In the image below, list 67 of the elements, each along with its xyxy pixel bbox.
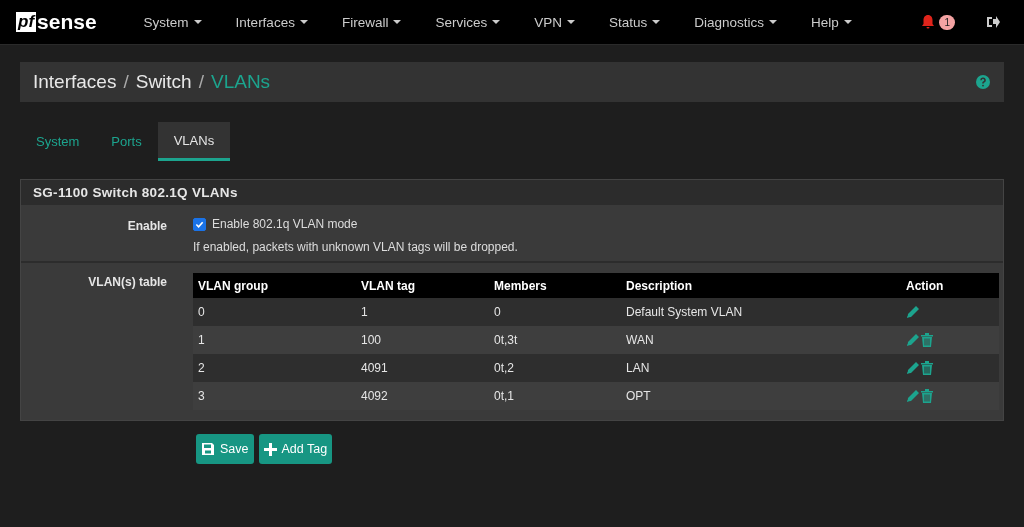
breadcrumb-item[interactable]: Switch [135, 71, 192, 93]
column-header: Description [621, 273, 901, 298]
tab[interactable]: Ports [95, 122, 158, 161]
table-cell: 0t,1 [489, 382, 621, 410]
table-cell: 0t,2 [489, 354, 621, 382]
table-cell: Default System VLAN [621, 298, 901, 326]
trash-icon[interactable] [921, 361, 933, 375]
caret-icon [299, 20, 308, 24]
table-cell: 1 [193, 326, 356, 354]
nav-menu[interactable]: Help [794, 14, 869, 30]
table-cell: LAN [621, 354, 901, 382]
tab[interactable]: VLANs [157, 122, 231, 161]
column-header: VLAN group [193, 273, 356, 298]
table-cell: 4092 [356, 382, 489, 410]
notification-badge: 1 [939, 14, 955, 30]
edit-icon[interactable] [906, 333, 920, 347]
nav-menu[interactable]: VPN [517, 14, 592, 30]
table-cell: 0 [489, 298, 621, 326]
table-cell: 4091 [356, 354, 489, 382]
caret-icon [843, 20, 852, 24]
help-text: If enabled, packets with unknown VLAN tags will be dropped. [193, 240, 519, 254]
help-icon[interactable] [976, 75, 990, 89]
bell-icon[interactable] [920, 14, 937, 30]
breadcrumb-separator: / [123, 71, 129, 93]
table-cell: OPT [621, 382, 901, 410]
table-cell: 0 [193, 298, 356, 326]
panel-title: SG-1100 Switch 802.1Q VLANs [21, 180, 1003, 205]
pfsense-logo[interactable]: pfsense [16, 10, 97, 34]
field-label: Enable [126, 218, 168, 235]
caret-icon [193, 20, 202, 24]
caret-icon [769, 20, 777, 24]
nav-menu[interactable]: Interfaces [218, 14, 325, 30]
caret-icon [393, 20, 402, 24]
breadcrumb-separator: / [198, 71, 204, 93]
save-button[interactable]: Save [196, 434, 254, 464]
table-cell: 100 [356, 326, 489, 354]
add-button[interactable]: Add Tag [258, 434, 333, 464]
trash-icon[interactable] [921, 389, 933, 403]
field-label: VLAN(s) table [87, 274, 168, 291]
column-header: Action [901, 273, 999, 298]
table-cell: WAN [621, 326, 901, 354]
nav-menu[interactable]: System [126, 14, 219, 30]
nav-menu[interactable]: Firewall [324, 14, 419, 30]
edit-icon[interactable] [906, 389, 920, 403]
table-cell: 0t,3t [489, 326, 621, 354]
checkbox-label: Enable 802.1q VLAN mode [212, 217, 358, 231]
caret-icon [492, 20, 501, 24]
breadcrumb-item: VLANs [210, 71, 271, 93]
nav-menu[interactable]: Services [418, 14, 518, 30]
checkbox[interactable] [193, 217, 206, 231]
edit-icon[interactable] [906, 361, 920, 375]
tab[interactable]: System [20, 122, 96, 161]
table-cell: 1 [356, 298, 489, 326]
logout-icon[interactable] [986, 15, 1000, 29]
plus-icon [263, 442, 277, 456]
table-cell: 3 [193, 382, 356, 410]
table-cell: 2 [193, 354, 356, 382]
nav-menu[interactable]: Diagnostics [677, 14, 794, 30]
column-header: VLAN tag [356, 273, 489, 298]
edit-icon[interactable] [906, 305, 920, 319]
floppy-icon [201, 442, 215, 456]
caret-icon [652, 20, 661, 24]
column-header: Members [489, 273, 621, 298]
breadcrumb-item[interactable]: Interfaces [33, 71, 117, 93]
trash-icon[interactable] [921, 333, 933, 347]
caret-icon [566, 20, 575, 24]
nav-menu[interactable]: Status [591, 14, 678, 30]
